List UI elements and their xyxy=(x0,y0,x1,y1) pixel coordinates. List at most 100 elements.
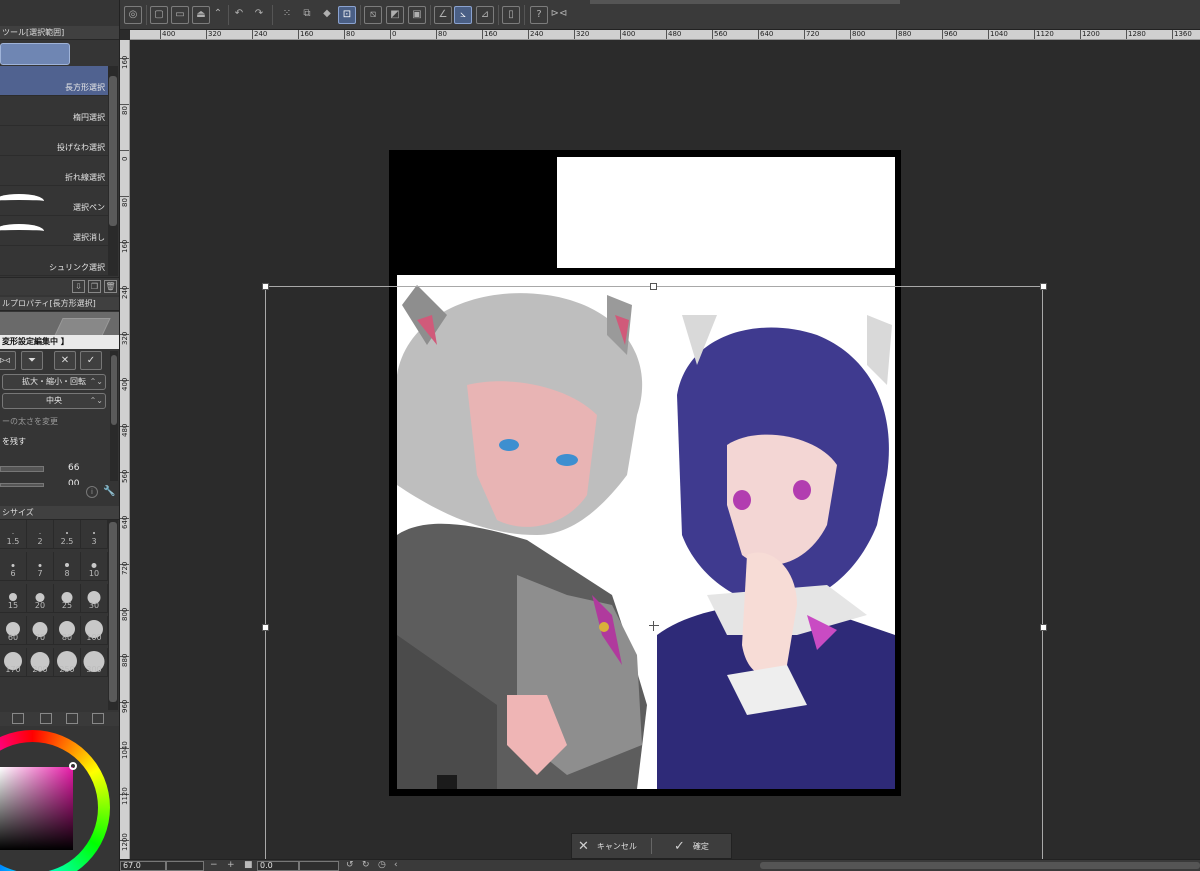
brush-size-cell[interactable]: 6 xyxy=(0,552,27,581)
tool-property-scroll-thumb[interactable] xyxy=(111,355,117,425)
subtool-scroll-thumb[interactable] xyxy=(109,76,117,226)
flip-canvas-icon[interactable]: ⊳⊲ xyxy=(550,6,568,24)
zoom-field[interactable]: 67.0 xyxy=(120,861,166,871)
brush-size-cell[interactable]: 20 xyxy=(27,584,54,613)
brush-size-cell[interactable]: 7 xyxy=(27,552,54,581)
line-width-option[interactable]: ーの太さを変更 xyxy=(2,416,58,427)
fit-icon[interactable]: ■ xyxy=(244,860,253,871)
snap-ruler-icon[interactable]: ⦣ xyxy=(454,6,472,24)
subtool-scrollbar[interactable] xyxy=(108,66,118,276)
subtool-item[interactable]: シュリンク選択 xyxy=(0,246,108,276)
layer-icon[interactable] xyxy=(66,713,78,724)
transform-handle-right[interactable] xyxy=(1040,624,1047,631)
subtool-item[interactable]: 選択ペン xyxy=(0,186,108,216)
transform-mode-select[interactable]: 拡大・縮小・回転 ⌃⌄ xyxy=(2,374,106,390)
duplicate-icon[interactable]: ❐ xyxy=(88,280,101,293)
zoom-slider[interactable] xyxy=(166,861,204,871)
zoom-out-icon[interactable]: − xyxy=(210,860,218,871)
subtool-item[interactable]: 投げなわ選択 xyxy=(0,126,108,156)
brush-size-cell[interactable]: 200 xyxy=(27,648,54,677)
brush-size-cell[interactable]: 2 xyxy=(27,520,54,549)
property-value-2[interactable]: 00 xyxy=(68,479,79,485)
transform-icon[interactable]: ⊡ xyxy=(338,6,356,24)
subtool-item[interactable]: 楕円選択 xyxy=(0,96,108,126)
snap-grid-icon[interactable]: ⊿ xyxy=(476,6,494,24)
ok-button[interactable]: ✓ 確定 xyxy=(668,834,732,858)
chevron-updown-icon[interactable]: ⌃ xyxy=(213,6,223,24)
brush-size-cell[interactable]: 300 xyxy=(81,648,108,677)
horizontal-scrollbar[interactable] xyxy=(760,862,1200,869)
palette-icon[interactable] xyxy=(92,713,104,724)
brush-size-cell[interactable]: 250 xyxy=(54,648,81,677)
brush-size-cell[interactable]: 2.5 xyxy=(54,520,81,549)
transform-bounding-box[interactable] xyxy=(262,283,1047,871)
fill-icon[interactable]: ◆ xyxy=(318,6,336,24)
comic-panel-top[interactable] xyxy=(557,157,895,268)
color-picker-handle[interactable] xyxy=(69,762,77,770)
rotate-left-icon[interactable]: ↺ xyxy=(346,860,354,871)
brush-size-cell[interactable]: 100 xyxy=(81,616,108,645)
brush-scroll-thumb[interactable] xyxy=(109,522,117,702)
clip-icon[interactable]: ⧅ xyxy=(364,6,382,24)
cancel-button[interactable]: ✕ キャンセル xyxy=(572,834,650,858)
rotation-angle-field[interactable]: 0.0 xyxy=(257,861,299,871)
flip-vertical-icon[interactable]: ⏷ xyxy=(21,351,43,370)
scroll-left-icon[interactable]: ‹ xyxy=(394,860,398,871)
confirm-check-icon[interactable]: ✓ xyxy=(80,351,102,370)
undo-icon[interactable]: ↶ xyxy=(230,6,248,24)
property-value-1[interactable]: 66 xyxy=(68,463,79,473)
tool-property-scrollbar[interactable] xyxy=(110,351,118,481)
brush-size-cell[interactable]: 30 xyxy=(81,584,108,613)
select-all-icon[interactable]: ⧉ xyxy=(298,6,316,24)
brush-size-cell[interactable]: 80 xyxy=(54,616,81,645)
rotation-slider[interactable] xyxy=(299,861,339,871)
transform-handle-top-right[interactable] xyxy=(1040,283,1047,290)
open-folder-icon[interactable]: ▭ xyxy=(171,6,189,24)
import-icon[interactable]: ⇩ xyxy=(72,280,85,293)
info-icon[interactable]: i xyxy=(86,486,98,498)
reset-rotation-icon[interactable]: ◷ xyxy=(378,860,386,871)
keep-option[interactable]: を残す xyxy=(2,436,26,447)
new-file-icon[interactable]: ▢ xyxy=(150,6,168,24)
brush-size-cell[interactable]: 25 xyxy=(54,584,81,613)
brush-size-scrollbar[interactable] xyxy=(108,520,118,710)
subtool-item[interactable]: 長方形選択 xyxy=(0,66,108,96)
subtool-group-tab[interactable] xyxy=(0,43,70,65)
brush-size-cell[interactable]: 70 xyxy=(27,616,54,645)
close-icon[interactable]: ✕ xyxy=(54,351,76,370)
saturation-value-square[interactable] xyxy=(0,767,73,850)
brush-size-cell[interactable]: 1.5 xyxy=(0,520,27,549)
wrench-icon[interactable]: 🔧 xyxy=(103,486,115,497)
flip-horizontal-icon[interactable]: ▹◃ xyxy=(0,351,16,370)
settings-icon[interactable] xyxy=(12,713,24,724)
ruler-label: 240 xyxy=(252,30,268,39)
device-icon[interactable]: ▯ xyxy=(502,6,520,24)
ruler-icon[interactable]: ∠ xyxy=(434,6,452,24)
property-slider-1[interactable] xyxy=(0,466,44,472)
save-icon[interactable]: ⏏ xyxy=(192,6,210,24)
redo-icon[interactable]: ↷ xyxy=(250,6,268,24)
property-slider-2[interactable] xyxy=(0,483,44,487)
app-icon[interactable]: ◎ xyxy=(124,6,142,24)
mask-icon[interactable]: ◩ xyxy=(386,6,404,24)
brush-size-cell[interactable]: 10 xyxy=(81,552,108,581)
brush-size-cell[interactable]: 8 xyxy=(54,552,81,581)
help-icon[interactable]: ? xyxy=(530,6,548,24)
transform-handle-top[interactable] xyxy=(650,283,657,290)
transform-handle-top-left[interactable] xyxy=(262,283,269,290)
frame-icon[interactable]: ▣ xyxy=(408,6,426,24)
subtool-item[interactable]: 選択消し xyxy=(0,216,108,246)
brush-size-cell[interactable]: 60 xyxy=(0,616,27,645)
deselect-icon[interactable]: ⁙ xyxy=(278,6,296,24)
brush-size-cell[interactable]: 3 xyxy=(81,520,108,549)
transform-center-crosshair[interactable] xyxy=(649,621,659,631)
brush-size-cell[interactable]: 15 xyxy=(0,584,27,613)
rotate-right-icon[interactable]: ↻ xyxy=(362,860,370,871)
zoom-in-icon[interactable]: + xyxy=(227,860,235,871)
brush-size-cell[interactable]: 170 xyxy=(0,648,27,677)
trash-icon[interactable]: 🗑 xyxy=(104,280,117,293)
pattern-icon[interactable] xyxy=(40,713,52,724)
subtool-item[interactable]: 折れ線選択 xyxy=(0,156,108,186)
reference-point-select[interactable]: 中央 ⌃⌄ xyxy=(2,393,106,409)
transform-handle-left[interactable] xyxy=(262,624,269,631)
